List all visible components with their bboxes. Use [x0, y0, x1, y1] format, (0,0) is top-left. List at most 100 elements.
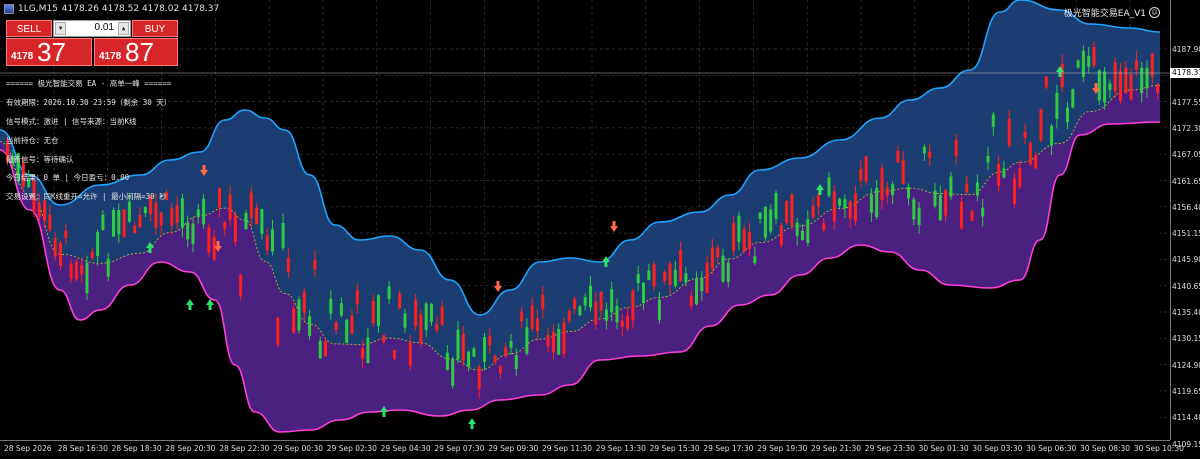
candle: [408, 342, 412, 366]
candle: [334, 322, 338, 330]
candle: [1129, 74, 1133, 100]
time-tick-label: 29 Sep 21:30: [811, 444, 862, 453]
info-line: 最新信号：等待确认: [6, 154, 74, 164]
candle: [302, 291, 306, 313]
time-tick-label: 28 Sep 16:30: [57, 444, 108, 453]
candle: [509, 341, 513, 348]
candle: [546, 334, 550, 347]
candle: [710, 247, 714, 269]
price-axis[interactable]: [1170, 0, 1200, 440]
candle: [1013, 178, 1016, 205]
time-tick-label: 28 Sep 18:30: [111, 444, 162, 453]
candle: [255, 207, 259, 225]
price-chart[interactable]: [0, 0, 1170, 440]
lot-increase-icon[interactable]: ▲: [118, 22, 129, 35]
candle: [1156, 83, 1160, 93]
time-tick-label: 28 Sep 20:30: [165, 444, 216, 453]
candle: [843, 199, 847, 209]
price-tick-label: 4161.65: [1172, 176, 1200, 186]
time-tick-label: 29 Sep 23:30: [864, 444, 915, 453]
candle: [249, 192, 253, 218]
candle: [562, 322, 566, 354]
candle: [907, 187, 910, 199]
candle: [891, 184, 895, 196]
candle: [917, 207, 921, 226]
candle: [1071, 89, 1075, 108]
candle: [64, 230, 68, 238]
candle: [138, 214, 142, 227]
candle: [673, 269, 677, 287]
candle: [419, 314, 423, 343]
candle: [896, 150, 900, 163]
current-price-marker: 4178.37: [1170, 68, 1200, 78]
candle: [541, 294, 545, 309]
candle: [965, 183, 969, 193]
candle: [1113, 62, 1117, 92]
candle: [228, 194, 232, 220]
candle: [276, 317, 280, 345]
candle: [859, 168, 863, 181]
candle: [838, 198, 842, 206]
candle: [748, 232, 751, 249]
lot-size-input[interactable]: ▼ 0.01 ▲: [53, 20, 131, 37]
candle: [233, 214, 237, 242]
candle: [869, 194, 873, 213]
candle: [382, 335, 386, 342]
lot-size-value[interactable]: 0.01: [95, 22, 114, 33]
candle: [1124, 68, 1128, 94]
candle: [435, 324, 439, 331]
candle: [779, 224, 783, 246]
candle: [483, 337, 486, 362]
candle: [970, 211, 974, 222]
candle: [975, 182, 979, 196]
candle: [101, 214, 105, 230]
candle: [271, 229, 274, 252]
candle: [1002, 168, 1006, 178]
expert-advisor-label[interactable]: 极光智能交易EA_V1 ☺: [1064, 6, 1160, 19]
candle: [1050, 125, 1054, 146]
candle: [901, 160, 905, 185]
candle: [986, 155, 990, 163]
candle: [663, 271, 667, 282]
sell-button[interactable]: SELL: [6, 20, 52, 37]
candle: [180, 198, 184, 228]
candle: [1066, 107, 1069, 123]
candle: [832, 191, 836, 222]
candle: [615, 305, 619, 323]
candle: [1028, 143, 1032, 165]
candle: [1134, 60, 1138, 70]
info-line: 信号模式：激进 | 信号来源：当前K线: [6, 117, 137, 127]
candle: [308, 316, 312, 336]
candle: [657, 299, 661, 320]
candle: [1039, 109, 1043, 141]
buy-price-prefix: 4178: [99, 51, 122, 62]
candle: [117, 210, 121, 235]
candle: [80, 264, 84, 275]
buy-button[interactable]: BUY: [132, 20, 178, 37]
candle: [631, 290, 635, 321]
smiley-icon: ☺: [1149, 7, 1160, 18]
candle: [318, 340, 322, 359]
price-tick-label: 4151.15: [1172, 229, 1200, 239]
candle: [498, 366, 502, 374]
candle: [207, 227, 211, 253]
candle: [885, 187, 889, 196]
candle: [647, 270, 651, 281]
candle: [1108, 83, 1112, 91]
chart-canvas[interactable]: [0, 0, 1170, 440]
time-tick-label: 30 Sep 08:30: [1080, 444, 1131, 453]
info-line: 有效期限：2026.10.30 23:59（剩余 30 天）: [6, 98, 172, 108]
candle: [589, 285, 592, 308]
candle: [133, 225, 137, 234]
lot-decrease-icon[interactable]: ▼: [55, 22, 66, 35]
candle: [726, 262, 730, 282]
sell-price-button[interactable]: 4178 37: [6, 37, 92, 67]
candle: [493, 355, 497, 363]
info-line: 今日结果：0 单 | 今日盈亏：0.00: [6, 173, 130, 183]
candle: [488, 335, 492, 346]
buy-price-button[interactable]: 4178 87: [94, 37, 178, 67]
info-line: 交易设置：同K线重开=允许 | 最小间隔=30 秒: [6, 192, 167, 202]
candle: [286, 257, 290, 273]
sell-signal-arrow-icon: [494, 281, 502, 292]
price-tick-label: 4187.90: [1172, 45, 1200, 54]
